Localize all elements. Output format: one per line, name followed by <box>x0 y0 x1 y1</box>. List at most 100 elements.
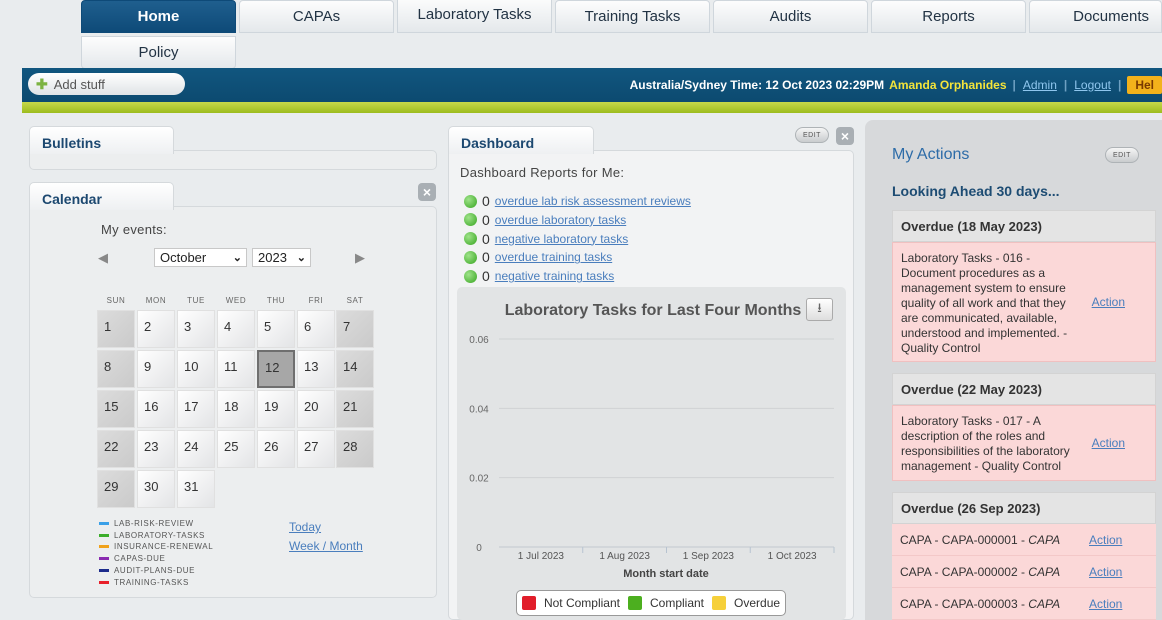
legend-label: AUDIT-PLANS-DUE <box>114 565 196 575</box>
calendar-day[interactable]: 10 <box>177 350 215 388</box>
legend-swatch <box>521 596 536 610</box>
overdue-item-line: understood and implemented. - <box>901 326 1068 340</box>
calendar-day[interactable]: 28 <box>336 430 374 468</box>
overdue-item-line: description of the roles and <box>901 429 1046 443</box>
dashboard-report-item: 0 overdue laboratory tasks <box>464 212 626 228</box>
tab-capas[interactable]: CAPAs <box>239 0 394 33</box>
report-link[interactable]: overdue laboratory tasks <box>495 213 626 227</box>
user-info: Australia/Sydney Time: 12 Oct 2023 02:29… <box>630 68 1162 102</box>
calendar-day[interactable]: 4 <box>217 310 255 348</box>
tab-policy[interactable]: Policy <box>81 36 236 69</box>
action-link[interactable]: Action <box>1089 533 1122 547</box>
week-month-link[interactable]: Week / Month <box>289 539 363 553</box>
calendar-day[interactable]: 18 <box>217 390 255 428</box>
action-link[interactable]: Action <box>1092 436 1125 450</box>
calendar-day[interactable]: 8 <box>97 350 135 388</box>
capa-item-type: CAPA <box>1028 597 1061 611</box>
top-bar: ✚ Add stuff Australia/Sydney Time: 12 Oc… <box>22 68 1162 102</box>
calendar-day[interactable]: 15 <box>97 390 135 428</box>
calendar-legend-item: INSURANCE-RENEWAL <box>99 542 213 551</box>
tab-audits[interactable]: Audits <box>713 0 868 33</box>
calendar-day[interactable]: 9 <box>137 350 175 388</box>
report-count: 0 <box>482 230 490 247</box>
legend-swatch <box>99 568 109 572</box>
close-icon[interactable]: × <box>836 127 854 145</box>
calendar-day[interactable]: 19 <box>257 390 295 428</box>
calendar-day[interactable]: 29 <box>97 470 135 508</box>
calendar-day[interactable]: 11 <box>217 350 255 388</box>
calendar-day[interactable]: 22 <box>97 430 135 468</box>
timezone-time: Australia/Sydney Time: 12 Oct 2023 02:29… <box>629 78 885 92</box>
overdue-item-line: responsibilities of the laboratory <box>901 444 1070 458</box>
capa-item-id: CAPA - CAPA-000001 - <box>900 533 1029 547</box>
calendar-day[interactable]: 2 <box>137 310 175 348</box>
overdue-header: Overdue (22 May 2023) <box>892 373 1156 405</box>
x-tick-label: 1 Aug 2023 <box>599 551 650 562</box>
dashboard-report-item: 0 negative training tasks <box>464 268 614 284</box>
admin-link[interactable]: Admin <box>1023 78 1057 92</box>
month-select[interactable]: October ⌄ <box>154 248 247 267</box>
prev-month-icon[interactable]: ◀ <box>98 250 108 266</box>
chevron-down-icon: ⌄ <box>232 252 242 264</box>
tab-home[interactable]: Home <box>81 0 236 33</box>
x-tick-label: 1 Sep 2023 <box>683 551 735 562</box>
calendar-day[interactable]: 7 <box>336 310 374 348</box>
separator: | <box>1063 78 1068 92</box>
calendar-day[interactable]: 27 <box>297 430 335 468</box>
calendar-day[interactable]: 17 <box>177 390 215 428</box>
dashboard-report-item: 0 overdue training tasks <box>464 249 612 265</box>
add-stuff-button[interactable]: ✚ Add stuff <box>28 73 185 95</box>
help-button[interactable]: Hel <box>1127 76 1162 94</box>
calendar-day[interactable]: 20 <box>297 390 335 428</box>
tab-reports[interactable]: Reports <box>871 0 1026 33</box>
action-link[interactable]: Action <box>1089 597 1122 611</box>
dashboard-edit-button[interactable]: EDIT <box>795 127 829 143</box>
calendar-day[interactable]: 23 <box>137 430 175 468</box>
legend-swatch <box>99 557 109 561</box>
overdue-header: Overdue (18 May 2023) <box>892 210 1156 242</box>
calendar-day[interactable]: 26 <box>257 430 295 468</box>
chart-title: Laboratory Tasks for Last Four Months <box>505 302 802 319</box>
report-link[interactable]: overdue lab risk assessment reviews <box>495 194 691 208</box>
tab-laboratory-tasks[interactable]: Laboratory Tasks <box>397 0 552 33</box>
calendar-legend-item: AUDIT-PLANS-DUE <box>99 566 195 575</box>
close-icon[interactable]: × <box>418 183 436 201</box>
my-actions-edit-button[interactable]: EDIT <box>1105 147 1139 163</box>
overdue-item-line: management system to ensure <box>901 281 1066 295</box>
tab-documents[interactable]: Documents <box>1029 0 1162 33</box>
overdue-item-line: quality of all work and that they <box>901 296 1066 310</box>
calendar-day[interactable]: 31 <box>177 470 215 508</box>
my-events-label: My events: <box>101 222 167 237</box>
today-link[interactable]: Today <box>289 520 321 534</box>
calendar-day[interactable]: 5 <box>257 310 295 348</box>
plus-icon: ✚ <box>36 75 48 92</box>
y-tick-label: 0.04 <box>469 404 489 415</box>
report-link[interactable]: overdue training tasks <box>495 250 612 264</box>
action-link[interactable]: Action <box>1089 565 1122 579</box>
action-link[interactable]: Action <box>1092 295 1125 309</box>
calendar-day[interactable]: 14 <box>336 350 374 388</box>
legend-label: Compliant <box>649 596 705 610</box>
tab-training-tasks[interactable]: Training Tasks <box>555 0 710 33</box>
day-header-mon: MON <box>145 296 167 305</box>
calendar-day[interactable]: 12 <box>257 350 295 388</box>
year-select[interactable]: 2023 ⌄ <box>252 248 311 267</box>
next-month-icon[interactable]: ▶ <box>355 250 365 266</box>
calendar-day[interactable]: 24 <box>177 430 215 468</box>
calendar-day[interactable]: 3 <box>177 310 215 348</box>
calendar-day[interactable]: 25 <box>217 430 255 468</box>
download-icon[interactable]: ⭳ <box>806 298 833 321</box>
calendar-day[interactable]: 6 <box>297 310 335 348</box>
calendar-day[interactable]: 16 <box>137 390 175 428</box>
report-count: 0 <box>482 249 490 266</box>
calendar-day[interactable]: 13 <box>297 350 335 388</box>
report-link[interactable]: negative training tasks <box>495 269 614 283</box>
logout-link[interactable]: Logout <box>1074 78 1111 92</box>
calendar-day[interactable]: 1 <box>97 310 135 348</box>
calendar-day[interactable]: 30 <box>137 470 175 508</box>
overdue-item-line: Quality Control <box>901 341 981 355</box>
report-link[interactable]: negative laboratory tasks <box>495 232 628 246</box>
calendar-day[interactable]: 21 <box>336 390 374 428</box>
report-count: 0 <box>482 268 490 285</box>
overdue-item: Laboratory Tasks - 017 - Adescription of… <box>892 405 1156 481</box>
